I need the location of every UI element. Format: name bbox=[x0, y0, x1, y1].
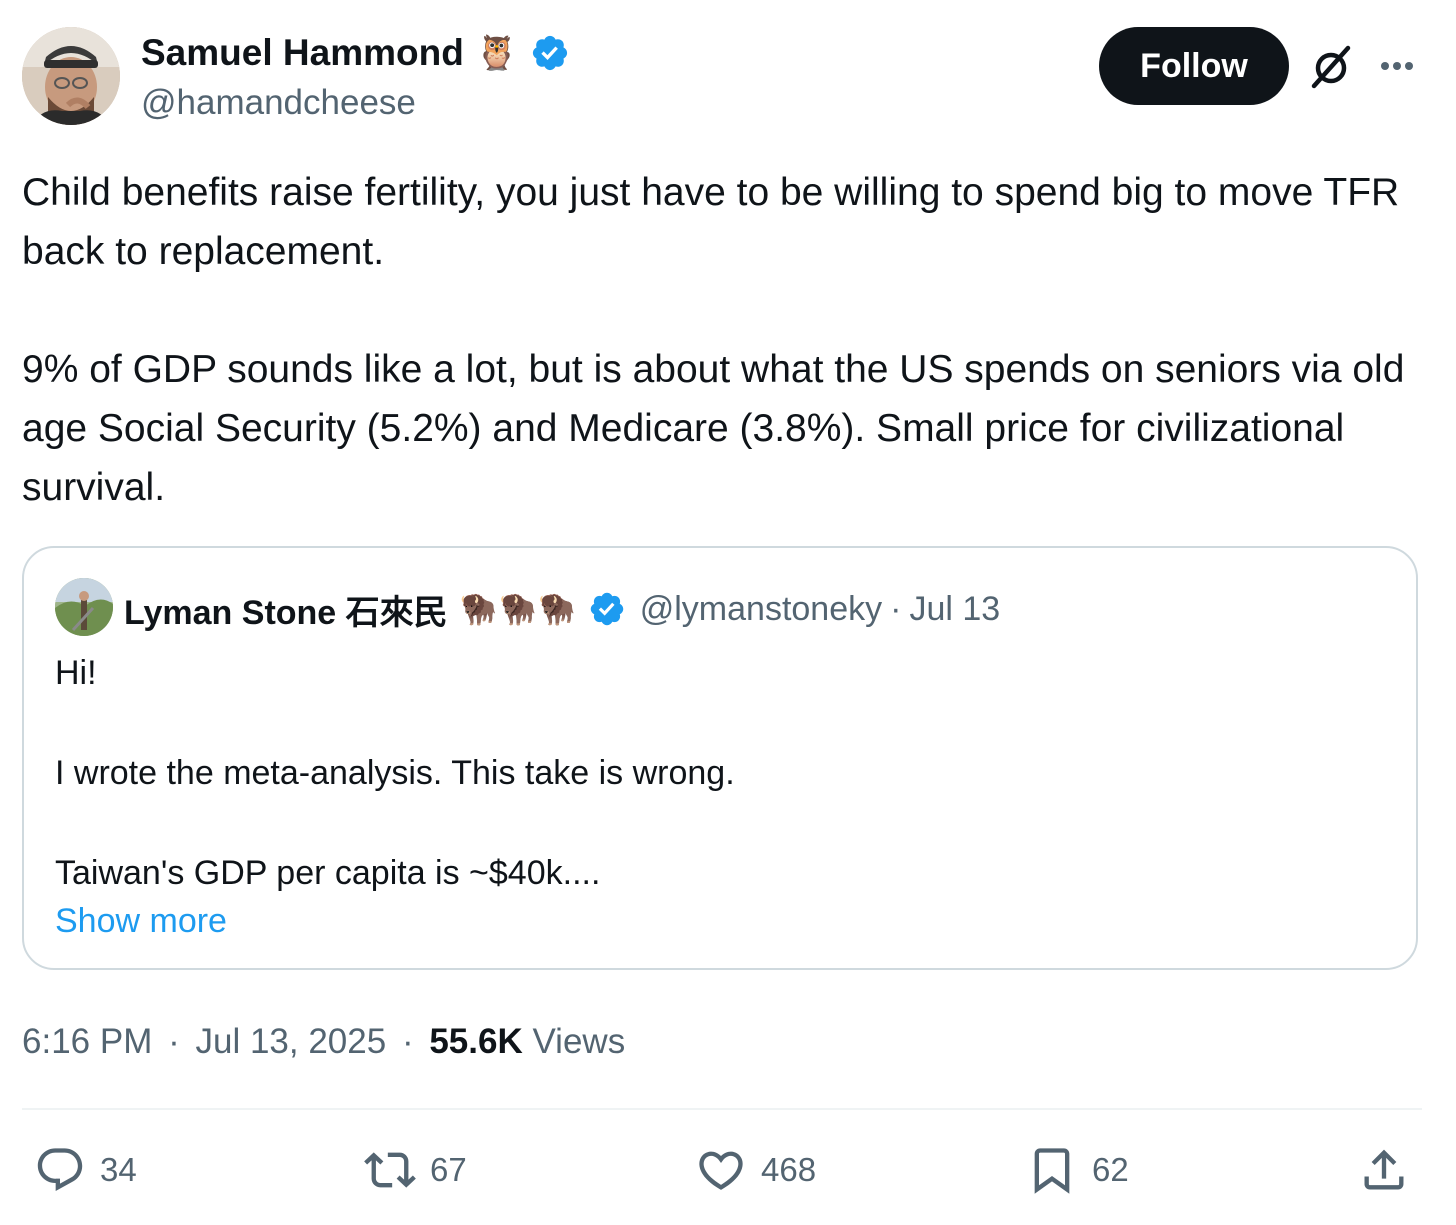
tweet-meta: 6:16 PM · Jul 13, 2025 · 55.6K Views bbox=[22, 1017, 625, 1067]
meta-separator: · bbox=[401, 1022, 414, 1061]
bookmark-count: 62 bbox=[1092, 1151, 1129, 1188]
tweet-date[interactable]: Jul 13, 2025 bbox=[195, 1022, 386, 1061]
avatar-image bbox=[22, 27, 120, 125]
author-name-row[interactable]: Samuel Hammond 🦉 bbox=[141, 30, 570, 76]
author-avatar[interactable] bbox=[22, 27, 120, 125]
follow-button[interactable]: Follow bbox=[1099, 27, 1289, 105]
quoted-date[interactable]: Jul 13 bbox=[909, 590, 1000, 629]
divider bbox=[22, 1108, 1422, 1110]
repost-icon bbox=[364, 1152, 416, 1188]
share-button[interactable] bbox=[1358, 1142, 1410, 1198]
quoted-author-avatar[interactable] bbox=[55, 578, 113, 636]
bison-emoji-icon: 🦬🦬🦬 bbox=[459, 592, 578, 626]
like-count: 468 bbox=[761, 1151, 817, 1188]
repost-button[interactable]: 67 bbox=[364, 1142, 467, 1198]
author-display-name[interactable]: Samuel Hammond bbox=[141, 30, 464, 76]
repost-count: 67 bbox=[430, 1151, 467, 1188]
reply-count: 34 bbox=[100, 1151, 137, 1188]
bookmark-button[interactable]: 62 bbox=[1026, 1142, 1129, 1198]
views-count: 55.6K bbox=[429, 1022, 523, 1061]
meta-separator: · bbox=[168, 1022, 180, 1061]
author-handle[interactable]: @hamandcheese bbox=[141, 80, 416, 126]
quoted-separator: · bbox=[890, 589, 902, 628]
views-label: Views bbox=[532, 1022, 626, 1061]
reply-button[interactable]: 34 bbox=[34, 1142, 137, 1198]
grok-icon[interactable] bbox=[1306, 42, 1356, 92]
bookmark-icon bbox=[1034, 1148, 1070, 1194]
reply-icon bbox=[37, 1148, 83, 1192]
tweet-text: Child benefits raise fertility, you just… bbox=[22, 171, 1405, 509]
quoted-handle[interactable]: @lymanstoneky bbox=[640, 590, 882, 629]
like-button[interactable]: 468 bbox=[695, 1142, 816, 1198]
share-icon bbox=[1364, 1149, 1404, 1190]
verified-badge-icon[interactable] bbox=[530, 33, 570, 73]
owl-emoji-icon: 🦉 bbox=[475, 34, 519, 72]
quoted-verified-badge-icon bbox=[590, 592, 623, 626]
like-icon bbox=[699, 1151, 743, 1190]
quoted-avatar-image bbox=[55, 578, 113, 636]
tweet: Samuel Hammond 🦉 @hamandcheese Follow Ch… bbox=[0, 0, 1456, 1225]
quoted-header: Lyman Stone 石來民 🦬🦬🦬 @lymanstoneky · Jul … bbox=[124, 584, 1000, 634]
quoted-tweet-card[interactable]: Lyman Stone 石來民 🦬🦬🦬 @lymanstoneky · Jul … bbox=[22, 546, 1418, 970]
show-more-link[interactable]: Show more bbox=[55, 896, 227, 946]
quoted-text: Hi! I wrote the meta-analysis. This take… bbox=[55, 654, 735, 892]
quoted-display-name[interactable]: Lyman Stone 石來民 bbox=[124, 585, 448, 634]
tweet-time[interactable]: 6:16 PM bbox=[22, 1022, 152, 1061]
more-icon[interactable] bbox=[1372, 44, 1422, 88]
